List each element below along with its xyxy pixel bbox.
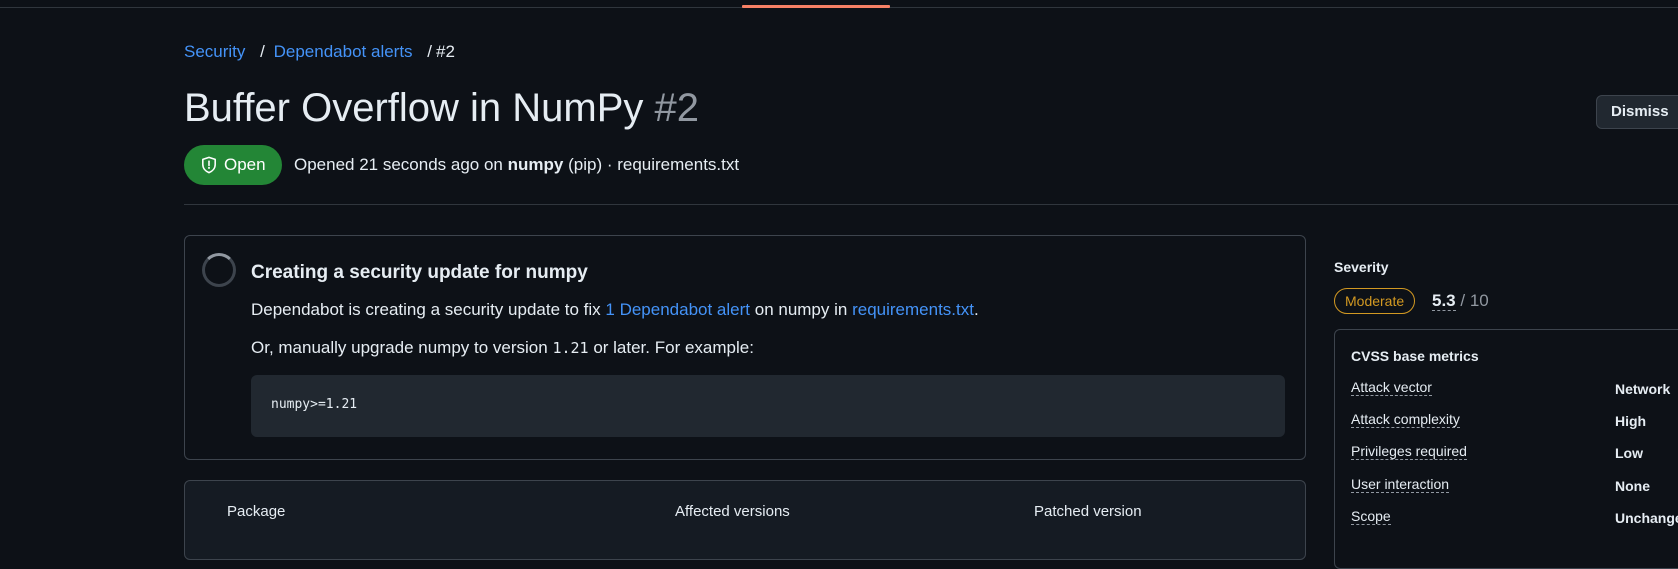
manual-suffix: or later. For example:: [593, 338, 754, 357]
package-header: Package: [227, 503, 286, 520]
severity-badge: Moderate: [1334, 288, 1416, 314]
package-name: numpy: [507, 155, 564, 174]
metric-user-interaction-value: None: [1615, 478, 1650, 494]
alert-number: #2: [654, 86, 700, 130]
breadcrumb-current: #2: [436, 42, 455, 61]
ecosystem-manifest: (pip) · requirements.txt: [568, 155, 740, 174]
cvss-title: CVSS base metrics: [1351, 348, 1479, 364]
update-desc-prefix: Dependabot is creating a security update…: [251, 300, 601, 319]
update-title: Creating a security update for numpy: [251, 262, 588, 283]
update-desc-middle: on numpy in: [754, 300, 848, 319]
metric-privileges-required[interactable]: Privileges required: [1351, 443, 1467, 460]
patched-version-header: Patched version: [1034, 503, 1142, 520]
page-title: Buffer Overflow in NumPy #2: [184, 86, 699, 131]
dismiss-button[interactable]: Dismiss: [1596, 95, 1678, 129]
affected-versions-header: Affected versions: [675, 503, 790, 520]
breadcrumb-separator: /: [260, 42, 265, 61]
metric-privileges-required-value: Low: [1615, 445, 1643, 461]
code-snippet: numpy>=1.21: [271, 397, 358, 412]
title-divider: [184, 204, 1678, 205]
state-badge: Open: [184, 145, 282, 185]
score-value[interactable]: 5.3: [1432, 291, 1456, 311]
severity-score: 5.3 / 10: [1432, 291, 1489, 311]
state-label: Open: [224, 155, 266, 174]
breadcrumb: Security / Dependabot alerts / #2: [184, 42, 455, 62]
metric-scope-value: Unchanged: [1615, 510, 1678, 526]
metric-attack-complexity[interactable]: Attack complexity: [1351, 411, 1460, 428]
alert-title: Buffer Overflow in NumPy: [184, 86, 644, 130]
code-example: numpy>=1.21: [251, 375, 1285, 437]
breadcrumb-separator: /: [427, 42, 433, 61]
metric-attack-vector[interactable]: Attack vector: [1351, 379, 1432, 396]
package-table: Package Affected versions Patched versio…: [184, 480, 1306, 560]
manual-version: 1.21: [552, 339, 589, 357]
requirements-file-link[interactable]: requirements.txt: [852, 300, 974, 319]
manual-prefix: Or, manually upgrade numpy to version: [251, 338, 548, 357]
metric-attack-complexity-value: High: [1615, 413, 1647, 429]
severity-heading: Severity: [1334, 259, 1389, 275]
security-update-panel: Creating a security update for numpy Dep…: [184, 235, 1306, 460]
active-tab-indicator: [742, 5, 890, 8]
breadcrumb-security-link[interactable]: Security: [184, 42, 245, 61]
dependabot-alert-link[interactable]: 1 Dependabot alert: [605, 300, 750, 319]
breadcrumb-dependabot-alerts-link[interactable]: Dependabot alerts: [274, 42, 413, 61]
cvss-metrics-panel: CVSS base metrics Attack vector Network …: [1334, 329, 1678, 569]
loading-spinner-icon: [202, 253, 236, 287]
shield-icon: [200, 156, 218, 174]
update-description: Dependabot is creating a security update…: [251, 300, 979, 320]
score-max: / 10: [1460, 291, 1489, 310]
update-desc-end: .: [973, 300, 979, 319]
manual-upgrade-text: Or, manually upgrade numpy to version 1.…: [251, 338, 754, 358]
alert-meta: Opened 21 seconds ago on numpy (pip) · r…: [294, 155, 739, 175]
opened-text: Opened 21 seconds ago on: [294, 155, 503, 174]
metric-attack-vector-value: Network: [1615, 381, 1671, 397]
metric-user-interaction[interactable]: User interaction: [1351, 476, 1450, 493]
metric-scope[interactable]: Scope: [1351, 508, 1391, 525]
